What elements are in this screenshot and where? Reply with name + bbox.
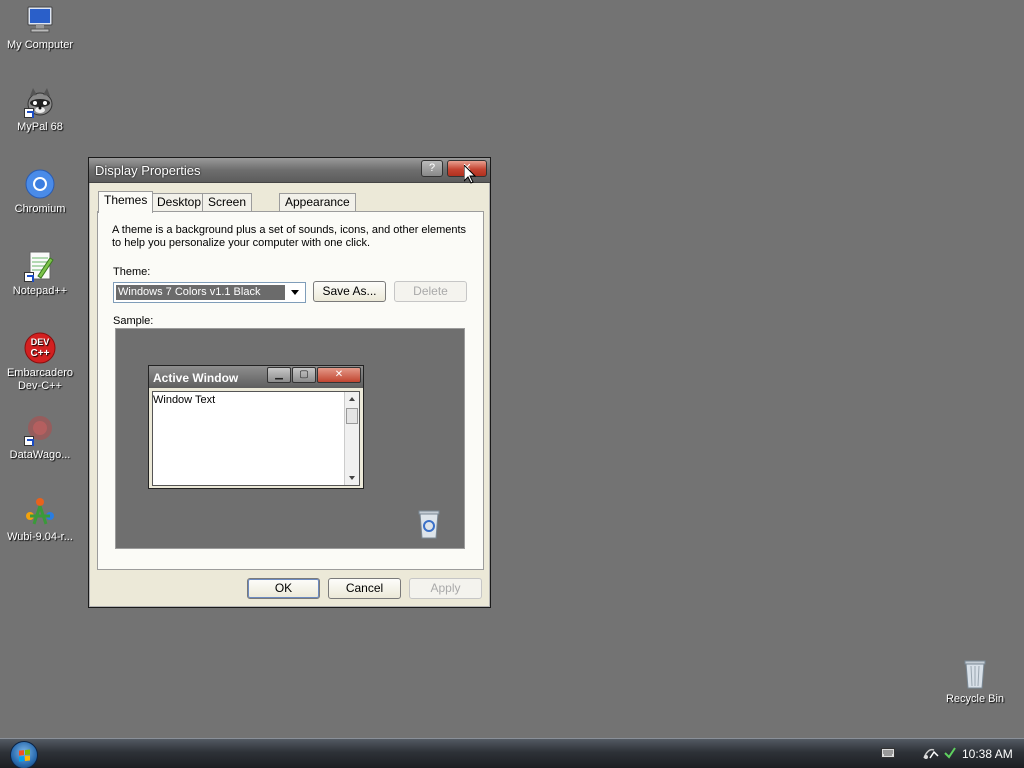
scroll-down-icon xyxy=(349,476,355,480)
theme-select-value: Windows 7 Colors v1.1 Black xyxy=(116,285,285,300)
display-properties-dialog: Display Properties ? ✕ Themes Desktop Sc… xyxy=(88,157,491,608)
desktop-icon-chromium[interactable]: Chromium xyxy=(0,168,80,216)
tab-themes[interactable]: Themes xyxy=(98,191,154,213)
sample-active-window: Active Window ▁ ▢ ✕ Window Text xyxy=(148,365,364,489)
computer-icon xyxy=(24,4,56,36)
sample-minimize-icon: ▁ xyxy=(267,367,291,383)
tab-desktop[interactable]: Desktop xyxy=(151,193,208,212)
tab-screen-saver[interactable]: Screen Saver xyxy=(202,193,253,226)
raccoon-icon xyxy=(24,86,56,118)
windows-logo-icon xyxy=(19,749,31,763)
save-as-button[interactable]: Save As... xyxy=(313,281,386,302)
wubi-icon xyxy=(24,496,56,528)
theme-label: Theme: xyxy=(113,266,151,278)
keyboard-icon[interactable] xyxy=(881,748,895,761)
devcpp-icon: DEV C++ xyxy=(24,332,56,364)
desktop-icon-datawagon[interactable]: DataWago... xyxy=(0,414,80,462)
recycle-bin-icon xyxy=(959,658,991,690)
desktop-icon-label: Wubi-9.04-r... xyxy=(7,531,73,543)
sample-window-text: Window Text xyxy=(153,394,216,406)
svg-text:DEV: DEV xyxy=(31,337,50,347)
notepad-plus-plus-icon xyxy=(24,250,56,282)
sample-scrollbar xyxy=(344,392,359,485)
theme-description: A theme is a background plus a set of so… xyxy=(112,224,467,249)
chromium-icon xyxy=(24,168,56,200)
shortcut-arrow-icon xyxy=(24,108,34,118)
desktop-icon-my-computer[interactable]: My Computer xyxy=(0,4,80,52)
desktop-icon-devcpp[interactable]: DEV C++ Embarcadero Dev-C++ xyxy=(0,332,80,393)
sample-preview: Active Window ▁ ▢ ✕ Window Text xyxy=(115,328,465,549)
network-icon[interactable] xyxy=(922,746,940,763)
delete-button[interactable]: Delete xyxy=(394,281,467,302)
theme-select[interactable]: Windows 7 Colors v1.1 Black xyxy=(113,282,306,303)
desktop-icon-label: Recycle Bin xyxy=(945,693,1005,705)
desktop-icon-label: My Computer xyxy=(6,39,74,51)
sample-titlebar: Active Window ▁ ▢ ✕ xyxy=(149,366,363,388)
chevron-down-icon[interactable] xyxy=(288,285,303,300)
dialog-title: Display Properties xyxy=(95,163,201,178)
datawagon-icon xyxy=(24,414,56,446)
shortcut-arrow-icon xyxy=(24,272,34,282)
cancel-button[interactable]: Cancel xyxy=(328,578,401,599)
desktop-icon-notepadpp[interactable]: Notepad++ xyxy=(0,250,80,298)
desktop-icon-label: DataWago... xyxy=(9,449,71,461)
desktop-icon-label: Embarcadero Dev-C++ xyxy=(6,367,74,392)
desktop-icon-label: Chromium xyxy=(14,203,66,215)
scroll-up-icon xyxy=(349,397,355,401)
sample-close-icon: ✕ xyxy=(317,367,361,383)
taskbar: 10:38 AM xyxy=(0,738,1024,768)
mouse-cursor-icon xyxy=(463,163,477,184)
taskbar-clock[interactable]: 10:38 AM xyxy=(962,747,1013,761)
sample-label: Sample: xyxy=(113,315,154,327)
dialog-titlebar[interactable]: Display Properties ? ✕ xyxy=(89,158,490,183)
sample-maximize-icon: ▢ xyxy=(292,367,316,383)
themes-panel: A theme is a background plus a set of so… xyxy=(97,211,484,570)
desktop-icon-recycle-bin[interactable]: Recycle Bin xyxy=(935,658,1015,706)
shortcut-arrow-icon xyxy=(24,436,34,446)
desktop-icon-label: MyPal 68 xyxy=(17,121,63,133)
desktop-icon-wubi[interactable]: Wubi-9.04-r... xyxy=(0,496,80,544)
apply-button[interactable]: Apply xyxy=(409,578,482,599)
sample-recycle-bin-icon xyxy=(416,509,442,542)
svg-text:C++: C++ xyxy=(31,348,50,359)
desktop-icon-mypal[interactable]: MyPal 68 xyxy=(0,86,80,134)
sample-window-body: Window Text xyxy=(152,391,360,486)
scroll-thumb xyxy=(346,408,358,424)
tab-appearance[interactable]: Appearance xyxy=(279,193,356,212)
desktop-icon-label: Notepad++ xyxy=(12,285,68,297)
help-button[interactable]: ? xyxy=(421,160,443,177)
ok-button[interactable]: OK xyxy=(247,578,320,599)
start-button[interactable] xyxy=(10,741,38,768)
sample-window-title: Active Window xyxy=(153,371,239,385)
safely-remove-icon[interactable] xyxy=(944,746,956,763)
